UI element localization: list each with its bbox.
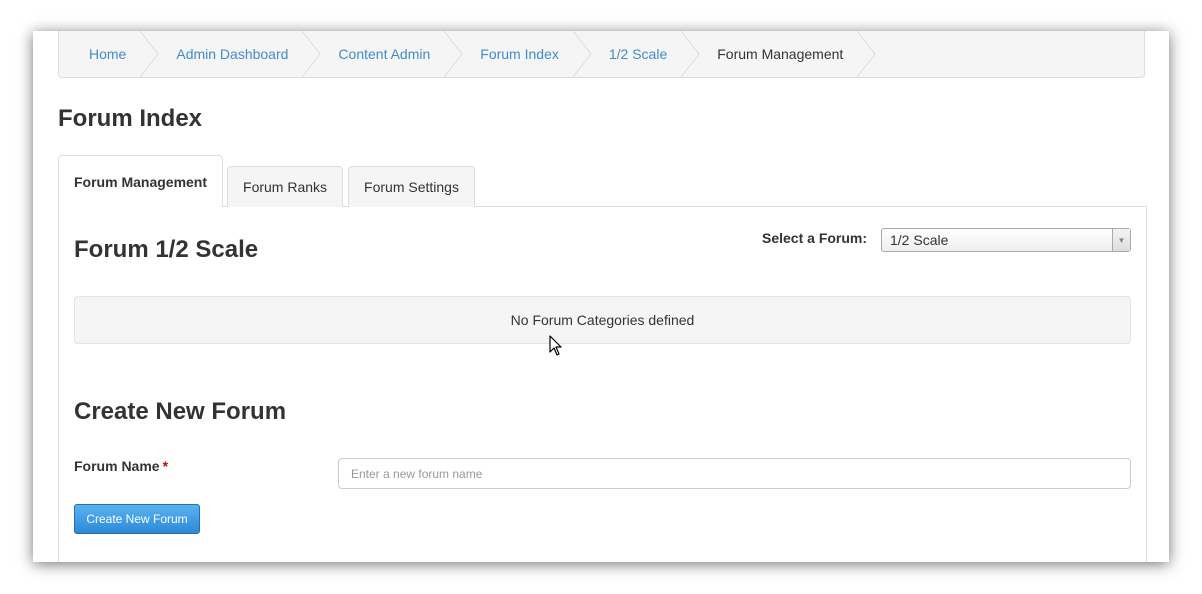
breadcrumb-link-forum-index[interactable]: Forum Index [480,46,559,62]
tab-bar: Forum Management Forum Ranks Forum Setti… [58,155,480,207]
breadcrumb-item-content-admin[interactable]: Content Admin [338,31,430,77]
breadcrumb-separator-icon [857,31,877,77]
breadcrumb: Home Admin Dashboard Content Admin Forum… [58,31,1145,78]
breadcrumb-current-label: Forum Management [717,46,844,62]
breadcrumb-link-home[interactable]: Home [89,46,126,62]
breadcrumb-separator-icon [140,31,160,77]
create-new-forum-button[interactable]: Create New Forum [74,504,200,534]
breadcrumb-link-admin-dashboard[interactable]: Admin Dashboard [176,46,288,62]
forum-name-label-text: Forum Name [74,458,160,474]
dropdown-arrow-icon[interactable]: ▼ [1112,229,1130,251]
breadcrumb-separator-icon [572,31,593,77]
breadcrumb-item-admin-dashboard[interactable]: Admin Dashboard [176,31,288,77]
forum-name-label: Forum Name * [74,458,168,474]
required-marker: * [162,458,169,474]
forum-select[interactable]: 1/2 Scale ▼ [881,228,1131,252]
empty-categories-text: No Forum Categories defined [510,312,695,328]
breadcrumb-separator-icon [302,31,322,77]
select-forum-label: Select a Forum: [762,230,868,246]
browser-window: Home Admin Dashboard Content Admin Forum… [33,31,1169,562]
tab-forum-management[interactable]: Forum Management [58,155,224,207]
tab-forum-ranks[interactable]: Forum Ranks [227,166,344,207]
mouse-pointer-icon [549,335,563,362]
breadcrumb-item-home[interactable]: Home [89,31,126,77]
breadcrumb-item-forum-index[interactable]: Forum Index [480,31,559,77]
page-title: Forum Index [58,105,203,132]
breadcrumb-link-content-admin[interactable]: Content Admin [338,46,430,62]
breadcrumb-item-forum-management: Forum Management [717,31,843,77]
create-forum-heading: Create New Forum [74,398,287,425]
tab-forum-settings[interactable]: Forum Settings [348,166,475,207]
forum-name-input[interactable] [338,458,1131,489]
breadcrumb-link-half-scale[interactable]: 1/2 Scale [609,46,667,62]
breadcrumb-separator-icon [444,31,464,77]
forum-heading: Forum 1/2 Scale [74,236,259,263]
empty-categories-message: No Forum Categories defined [74,296,1131,344]
breadcrumb-separator-icon [681,31,701,77]
forum-select-value: 1/2 Scale [890,232,949,248]
breadcrumb-item-half-scale[interactable]: 1/2 Scale [609,31,667,77]
